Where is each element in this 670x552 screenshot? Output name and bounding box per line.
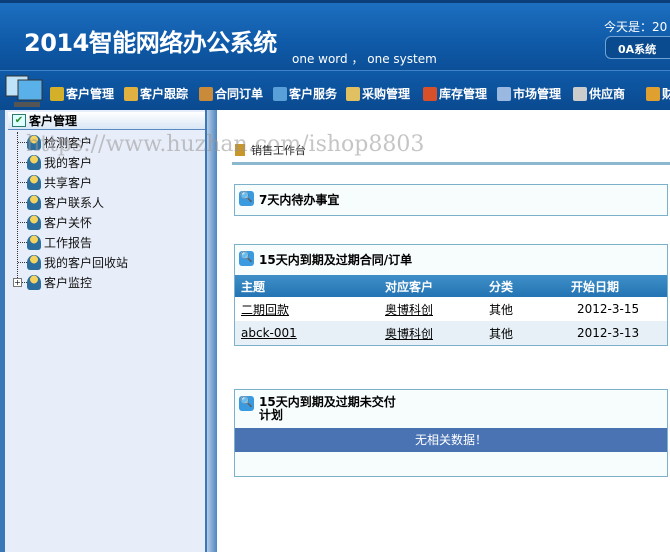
category-cell: 其他	[489, 297, 571, 321]
sidebar-item-label: 共享客户	[44, 175, 93, 190]
nav-item[interactable]: 市场管理	[497, 85, 561, 102]
breadcrumb-text: 销售工作台	[251, 144, 306, 157]
main-nav: 客户管理 客户跟踪 合同订单 客户服务 采购管理 库存管理 市场管理 供应商 财	[0, 70, 670, 110]
nav-label: 合同订单	[215, 87, 264, 101]
nav-label: 财	[662, 87, 670, 101]
nav-icon	[346, 86, 360, 101]
nav-label: 供应商	[589, 87, 626, 101]
col-category: 分类	[489, 275, 571, 297]
user-icon	[27, 154, 41, 170]
user-icon	[27, 134, 41, 150]
tab-oa-system[interactable]: 0A系统	[605, 36, 670, 59]
nav-item[interactable]: 客户服务	[273, 85, 337, 102]
nav-icon	[573, 86, 587, 101]
nav-item[interactable]: 合同订单	[199, 85, 263, 102]
panel-todo: 🔍 7天内待办事宜	[234, 184, 668, 216]
col-start-date: 开始日期	[571, 275, 667, 297]
sidebar-header[interactable]: ✔ 客户管理	[8, 112, 205, 130]
nav-item[interactable]: 客户跟踪	[124, 85, 188, 102]
nav-icon	[50, 86, 64, 101]
table-row: abck-001 奥博科创 其他 2012-3-13	[235, 321, 667, 345]
sidebar-item-label: 我的客户回收站	[44, 255, 129, 270]
slogan: one word ， one system	[292, 52, 437, 66]
date-cell: 2012-3-15	[571, 297, 667, 321]
user-icon	[27, 254, 41, 270]
nav-label: 客户服务	[289, 87, 338, 101]
search-icon: 🔍	[239, 396, 254, 411]
user-icon	[27, 174, 41, 190]
breadcrumb: 销售工作台	[235, 142, 306, 158]
user-icon	[27, 234, 41, 250]
sidebar-item-label: 客户监控	[44, 275, 93, 290]
sidebar-item[interactable]: 工作报告	[5, 232, 205, 252]
sidebar-title: 客户管理	[29, 114, 78, 128]
content: 销售工作台 🔍 7天内待办事宜 🔍 15天内到期及过期合同/订单 主题 对应客户 分…	[217, 110, 670, 552]
search-icon: 🔍	[239, 251, 254, 266]
panel-title: 15天内到期及过期未交付计划	[259, 395, 396, 422]
nav-icon	[124, 86, 138, 101]
sidebar-item[interactable]: 共享客户	[5, 172, 205, 192]
nav-label: 客户管理	[66, 87, 115, 101]
nav-item[interactable]: 供应商	[573, 85, 625, 102]
col-customer: 对应客户	[385, 275, 489, 297]
date-cell: 2012-3-13	[571, 321, 667, 345]
nav-item[interactable]: 库存管理	[423, 85, 487, 102]
nav-label: 客户跟踪	[140, 87, 189, 101]
nav-label: 采购管理	[362, 87, 411, 101]
divider	[232, 162, 670, 165]
nav-item[interactable]: 采购管理	[346, 85, 410, 102]
panel-contracts: 🔍 15天内到期及过期合同/订单 主题 对应客户 分类 开始日期 二期回款 奥博科…	[234, 244, 668, 346]
category-cell: 其他	[489, 321, 571, 345]
user-icon	[27, 274, 41, 290]
search-icon: 🔍	[239, 191, 254, 206]
nav-icon	[273, 86, 287, 101]
sidebar-item-label: 客户关怀	[44, 215, 93, 230]
sidebar-tree: 检测客户我的客户共享客户客户联系人客户关怀工作报告我的客户回收站 + 客户监控	[5, 132, 205, 292]
nav-icon	[497, 86, 511, 101]
today-date: 今天是：20	[604, 20, 668, 34]
header: 2014智能网络办公系统 one word ， one system 今天是：2…	[0, 0, 670, 70]
nav-icon	[646, 86, 660, 101]
panel-title: 15天内到期及过期合同/订单	[259, 253, 413, 267]
sidebar-item[interactable]: + 客户监控	[5, 272, 205, 292]
subject-link[interactable]: abck-001	[241, 326, 297, 340]
sidebar-item[interactable]: 检测客户	[5, 132, 205, 152]
customer-link[interactable]: 奥博科创	[385, 303, 433, 317]
sidebar-item[interactable]: 客户联系人	[5, 192, 205, 212]
panel-delivery: 🔍 15天内到期及过期未交付计划 无相关数据！	[234, 389, 668, 477]
nav-label: 库存管理	[439, 87, 488, 101]
computer-icon	[5, 75, 43, 107]
sidebar-item-label: 我的客户	[44, 155, 93, 170]
sidebar-item-label: 客户联系人	[44, 195, 105, 210]
customer-link[interactable]: 奥博科创	[385, 327, 433, 341]
panel-title: 7天内待办事宜	[259, 193, 340, 207]
sidebar-item[interactable]: 客户关怀	[5, 212, 205, 232]
sidebar-item-label: 工作报告	[44, 235, 93, 250]
sidebar-item[interactable]: 我的客户回收站	[5, 252, 205, 272]
home-icon	[235, 144, 245, 156]
nav-item[interactable]: 财	[646, 85, 670, 102]
sidebar-item[interactable]: 我的客户	[5, 152, 205, 172]
nav-icon	[423, 86, 437, 101]
sidebar-splitter[interactable]	[207, 110, 217, 552]
subject-link[interactable]: 二期回款	[241, 303, 289, 317]
expand-icon[interactable]: +	[13, 278, 22, 287]
nav-item[interactable]: 客户管理	[50, 85, 114, 102]
contracts-table: 主题 对应客户 分类 开始日期 二期回款 奥博科创 其他 2012-3-15 ab…	[235, 275, 667, 345]
col-subject: 主题	[235, 275, 385, 297]
sidebar-item-label: 检测客户	[44, 135, 93, 150]
no-data-message: 无相关数据！	[235, 428, 667, 452]
app-title: 2014智能网络办公系统	[24, 29, 277, 57]
sidebar: ✔ 客户管理 检测客户我的客户共享客户客户联系人客户关怀工作报告我的客户回收站 + 客…	[0, 110, 207, 552]
user-icon	[27, 194, 41, 210]
user-icon	[27, 214, 41, 230]
table-row: 二期回款 奥博科创 其他 2012-3-15	[235, 297, 667, 321]
nav-label: 市场管理	[513, 87, 562, 101]
nav-icon	[199, 86, 213, 101]
checkbox-icon: ✔	[12, 114, 26, 127]
